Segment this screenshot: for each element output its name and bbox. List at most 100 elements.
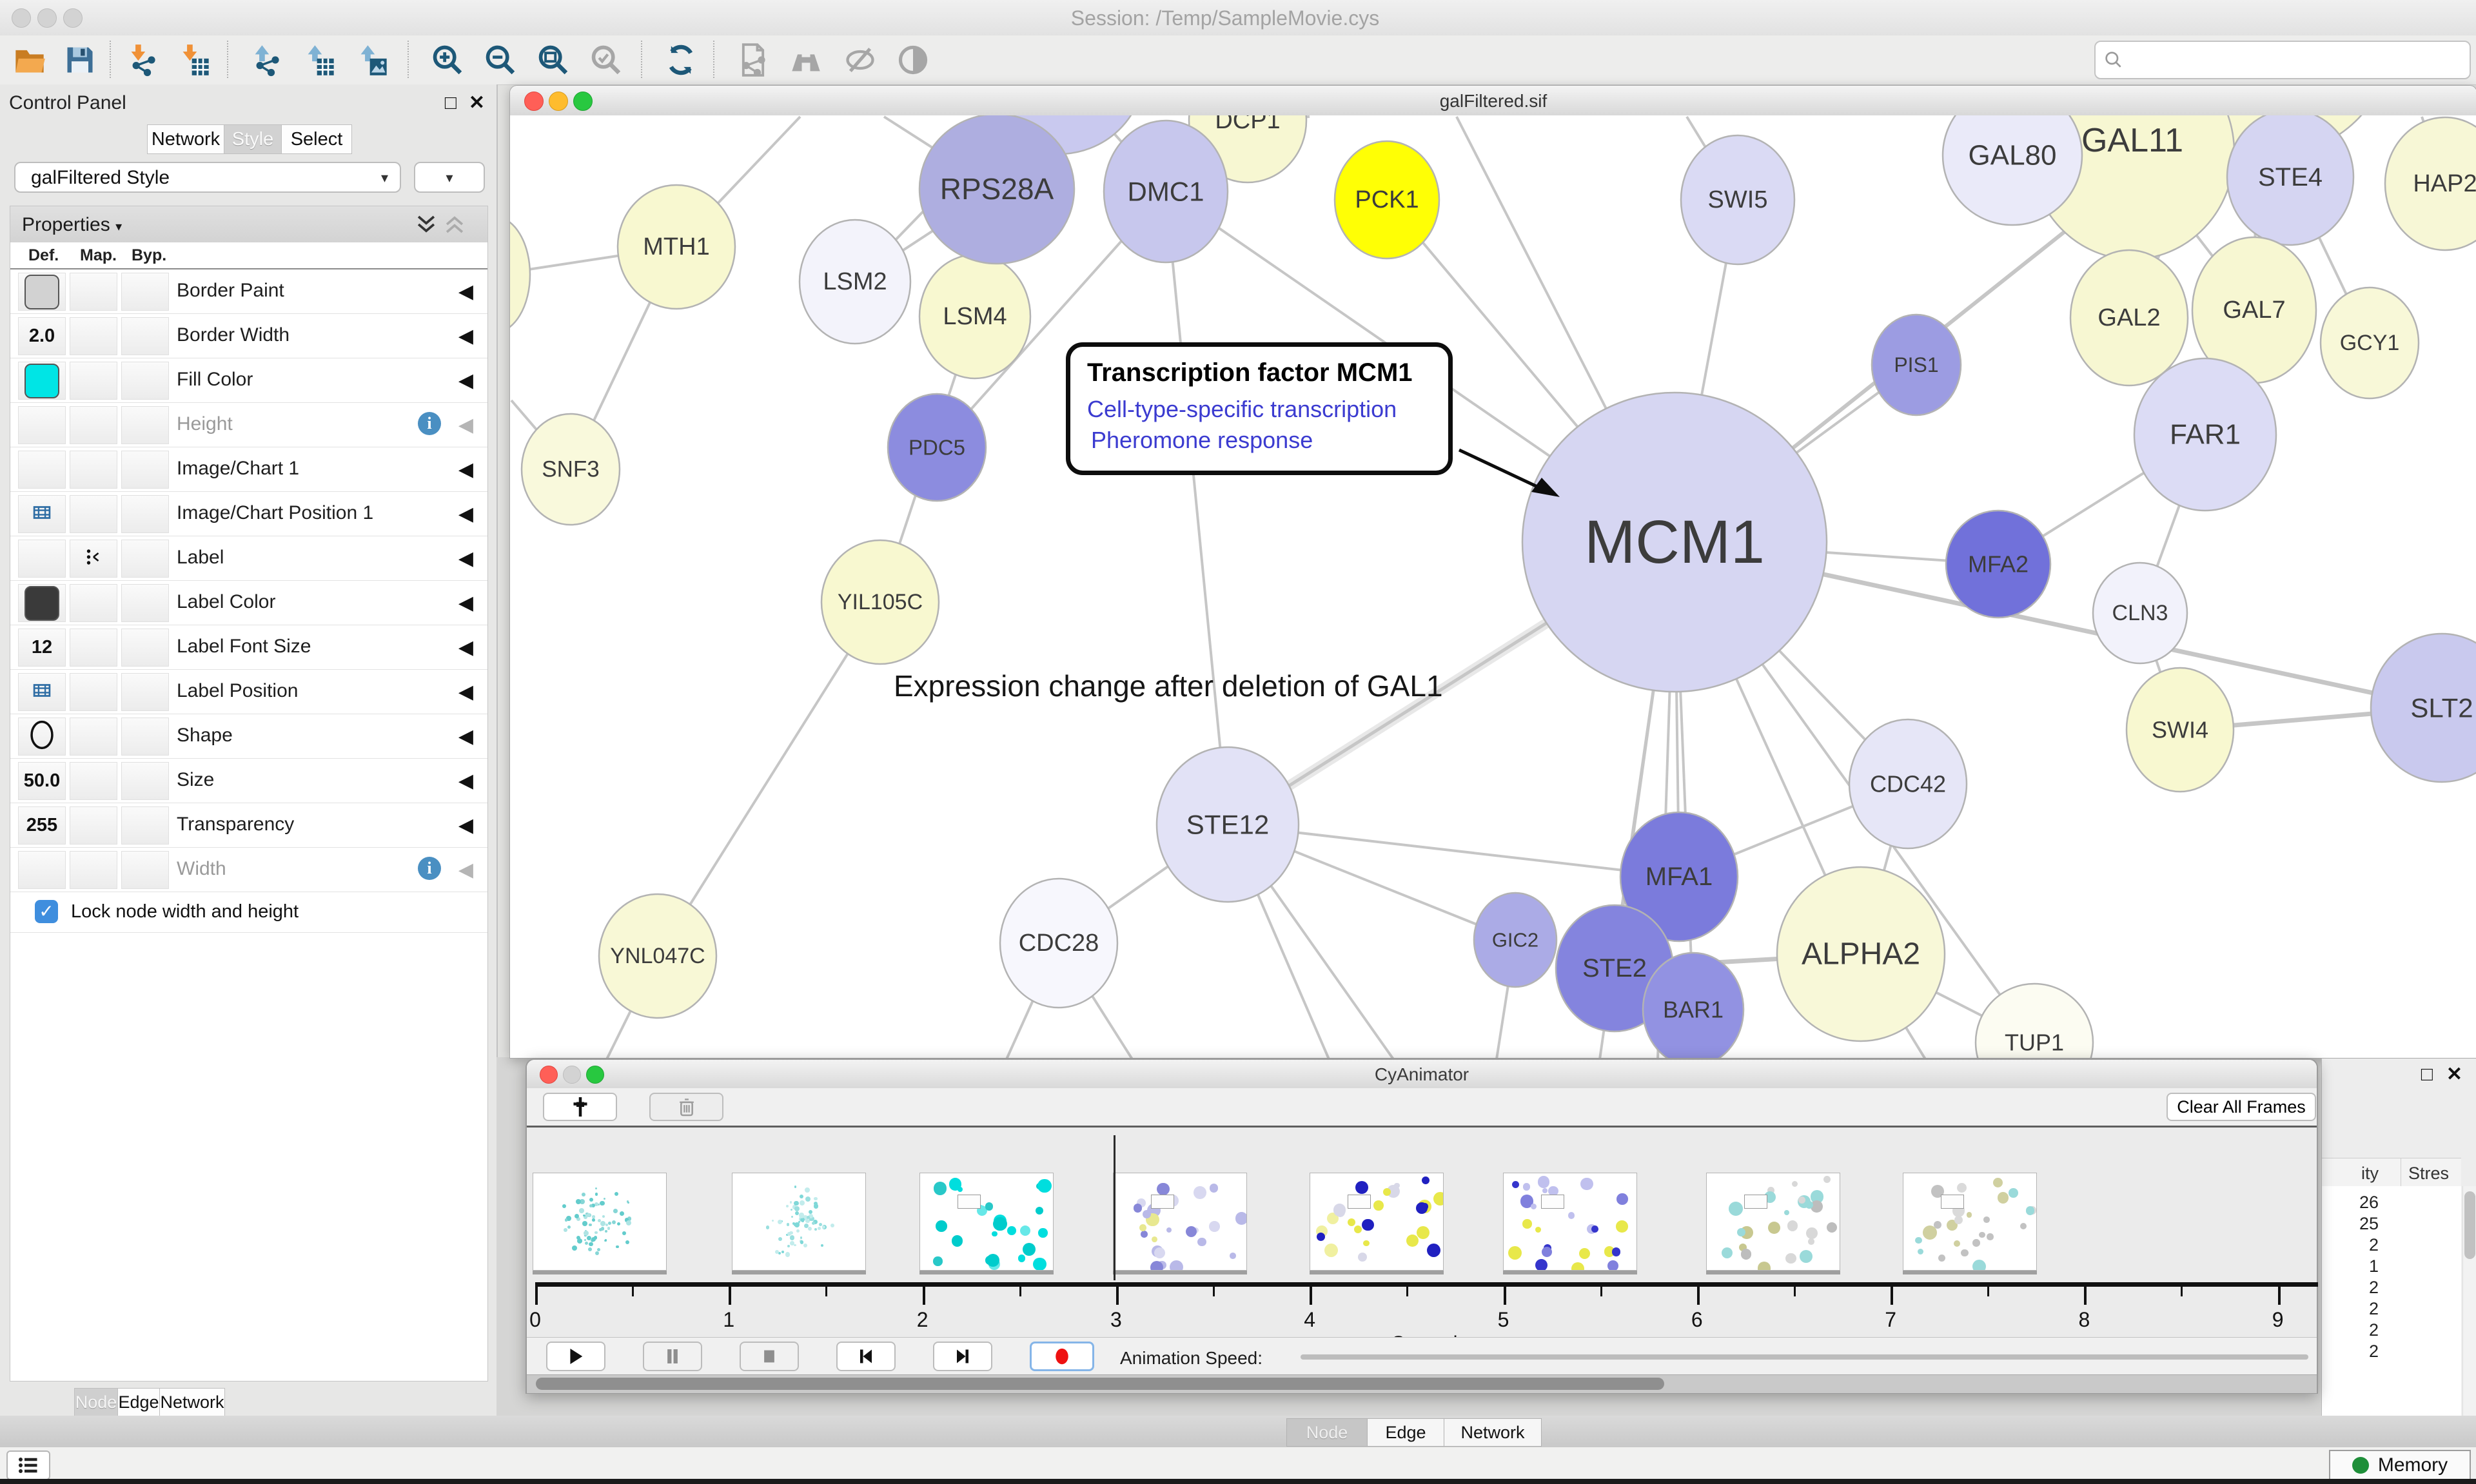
node-PIS1[interactable]: PIS1 [1872,315,1961,415]
node-YNL047C[interactable]: YNL047C [599,894,716,1018]
node-GAL2[interactable]: GAL2 [2070,250,2188,386]
memory-button[interactable]: Memory [2329,1450,2471,1481]
node-CDC28[interactable]: CDC28 [1000,879,1117,1008]
expand-row-arrow[interactable]: ◀ [458,814,473,837]
property-row-label-position[interactable]: Label Position◀ [10,670,487,714]
annotation-link-1[interactable]: Cell-type-specific transcription [1087,396,1397,423]
default-swatch[interactable] [25,275,59,309]
scrollbar-thumb[interactable] [536,1378,1664,1390]
node-sliver[interactable] [510,217,530,333]
zoom-selected-button[interactable] [585,39,627,81]
expand-row-arrow[interactable]: ◀ [458,369,473,392]
info-icon[interactable]: i [418,412,441,435]
tab-network[interactable]: Network [147,124,224,154]
property-row-label[interactable]: Label◀ [10,536,487,581]
node-SLT2[interactable]: SLT2 [2371,634,2476,782]
expand-row-arrow[interactable]: ◀ [458,458,473,481]
tab-node-style[interactable]: Node [74,1388,118,1416]
expand-row-arrow[interactable]: ◀ [458,280,473,303]
property-row-image-chart-1[interactable]: Image/Chart 1◀ [10,447,487,492]
zoom-out-button[interactable] [480,39,521,81]
search-input[interactable] [2094,41,2471,79]
property-row-shape[interactable]: Shape◀ [10,714,487,759]
node-SWI4[interactable]: SWI4 [2127,668,2234,792]
tab-network-style[interactable]: Network [159,1388,225,1416]
expand-row-arrow[interactable]: ◀ [458,725,473,748]
discrete-mapping-icon[interactable] [84,547,103,570]
close-panel-icon[interactable]: ✕ [469,93,485,113]
delete-frame-button[interactable] [649,1093,723,1121]
default-value[interactable]: 50.0 [24,770,60,792]
node-BAR1[interactable]: BAR1 [1643,953,1744,1058]
tab-node-table[interactable]: Node Table [1286,1418,1368,1447]
edge-yil105c-ynl047c[interactable] [658,602,880,956]
record-button[interactable] [1030,1342,1094,1371]
node-FAR1[interactable]: FAR1 [2134,358,2276,511]
properties-header[interactable]: Properties ▾ [10,206,487,243]
tab-style[interactable]: Style [224,124,282,154]
property-row-border-paint[interactable]: Border Paint◀ [10,269,487,314]
tab-edge-table[interactable]: Edge Table [1367,1418,1444,1447]
keyframe-thumbnail-0[interactable] [533,1173,667,1271]
open-session-button[interactable] [9,39,50,81]
keyframe-thumbnail-6[interactable] [1706,1173,1840,1271]
style-dropdown[interactable]: galFiltered Style▾ [14,162,401,193]
keyframe-thumbnail-4[interactable] [1310,1173,1444,1271]
task-history-button[interactable] [6,1450,50,1480]
app-minimize-button[interactable] [37,8,57,28]
style-options-button[interactable]: ▾ [414,162,485,193]
keyframe-thumbnail-2[interactable] [919,1173,1054,1271]
keyframe-thumbnail-3[interactable] [1113,1173,1247,1271]
property-row-size[interactable]: 50.0Size◀ [10,759,487,803]
node-LSM4[interactable]: LSM4 [919,255,1030,378]
network-canvas[interactable]: RPS28BGAL11MTH1LSM2LSM4SNF3PDC5YIL105CYN… [510,115,2476,1058]
export-table-button[interactable] [299,39,340,81]
tab-network-table[interactable]: Network Table [1444,1418,1542,1447]
cyanimator-titlebar[interactable]: CyAnimator [527,1060,2317,1089]
table-column-header[interactable]: ity Stres [2322,1158,2461,1187]
previous-frame-button[interactable] [836,1342,896,1371]
lock-size-checkbox[interactable]: ✓ [35,900,58,923]
collapse-all-icon[interactable] [444,214,466,238]
node-CDC42[interactable]: CDC42 [1849,719,1967,848]
property-row-label-color[interactable]: Label Color◀ [10,581,487,625]
node-PCK1[interactable]: PCK1 [1335,141,1439,259]
keyframe-thumbnail-1[interactable] [732,1173,866,1271]
table-scrollbar[interactable] [2462,1186,2476,1416]
export-network-button[interactable] [246,39,288,81]
show-all-button[interactable] [892,39,934,81]
close-panel-icon[interactable]: ✕ [2446,1065,2462,1084]
annotation-box[interactable]: Transcription factor MCM1 Cell-type-spec… [1066,342,1453,475]
app-close-button[interactable] [12,8,31,28]
default-value[interactable]: 2.0 [29,326,55,347]
default-swatch[interactable] [25,586,59,621]
property-row-border-width[interactable]: 2.0Border Width◀ [10,314,487,358]
stop-button[interactable] [740,1342,799,1371]
add-frame-button[interactable] [543,1093,617,1121]
node-GCY1[interactable]: GCY1 [2321,288,2419,398]
node-RPS28A[interactable]: RPS28A [919,115,1074,264]
node-HAP2[interactable]: HAP2 [2385,117,2476,250]
node-STE4[interactable]: STE4 [2227,115,2353,245]
expand-row-arrow[interactable]: ◀ [458,414,473,436]
property-row-label-font-size[interactable]: 12Label Font Size◀ [10,625,487,670]
node-PDC5[interactable]: PDC5 [888,394,986,501]
node-YIL105C[interactable]: YIL105C [821,540,939,664]
pause-button[interactable] [643,1342,702,1371]
property-row-height[interactable]: Heighti◀ [10,403,487,447]
network-from-file-button[interactable] [732,39,774,81]
default-value[interactable]: 255 [26,815,57,836]
info-icon[interactable]: i [418,857,441,880]
next-frame-button[interactable] [933,1342,992,1371]
network-graph[interactable]: RPS28BGAL11MTH1LSM2LSM4SNF3PDC5YIL105CYN… [510,115,2476,1058]
playhead[interactable] [1114,1135,1115,1280]
horizontal-scrollbar[interactable] [527,1374,2317,1393]
ellipse-shape-icon[interactable] [29,720,55,753]
animation-speed-slider[interactable] [1301,1354,2308,1360]
node-SWI5[interactable]: SWI5 [1681,135,1794,264]
expand-row-arrow[interactable]: ◀ [458,859,473,881]
node-GIC2[interactable]: GIC2 [1474,893,1557,987]
hide-selected-button[interactable] [840,39,881,81]
first-neighbors-button[interactable] [785,39,827,81]
node-MTH1[interactable]: MTH1 [618,185,735,309]
